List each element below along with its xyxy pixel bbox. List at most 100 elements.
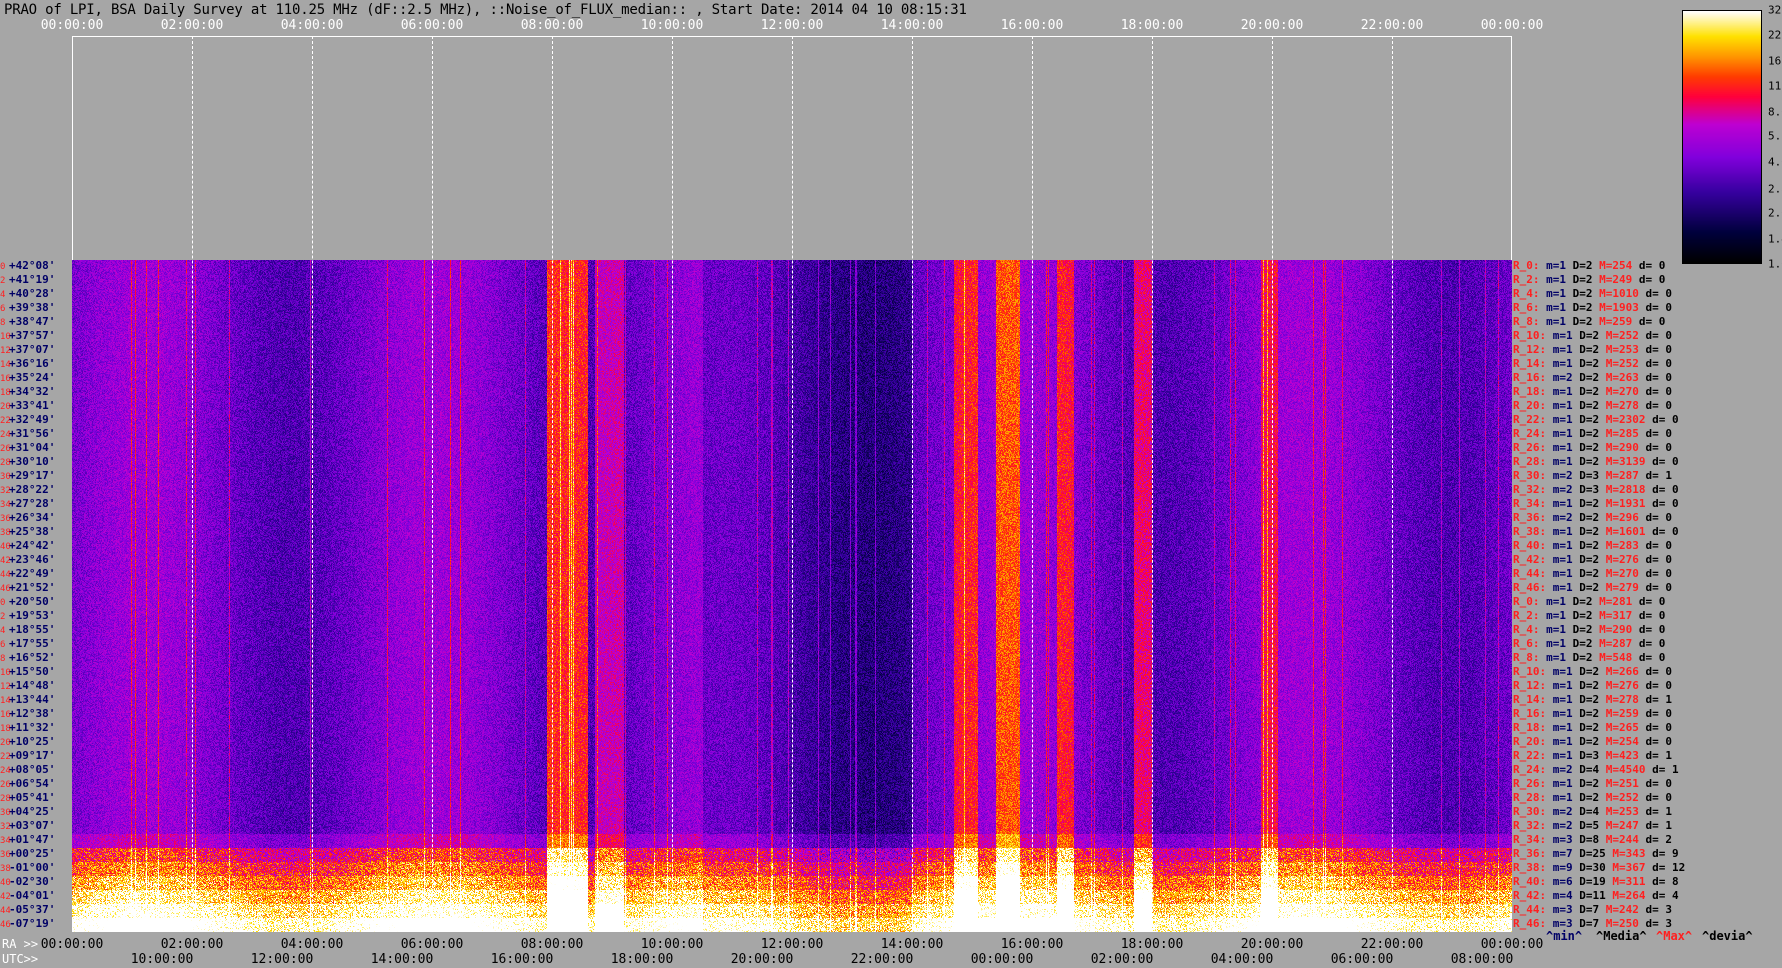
stat-m: m=1 <box>1546 609 1566 622</box>
stat-D: D=2 <box>1572 595 1593 608</box>
stat-m: m=1 <box>1546 273 1566 286</box>
colorbar-label: 5.7 <box>1768 129 1782 143</box>
stat-M: M=279 <box>1605 581 1639 594</box>
stat-d: d= 8 <box>1652 875 1679 888</box>
declination-label: 36+26°34' <box>0 511 72 525</box>
declination-label: 12+37°07' <box>0 343 72 357</box>
stat-D: D=2 <box>1579 413 1600 426</box>
stat-d: d= 0 <box>1645 665 1673 678</box>
stat-M: M=254 <box>1605 735 1639 748</box>
stat-D: D=2 <box>1579 371 1600 384</box>
top-tick-label: 20:00:00 <box>1240 18 1304 33</box>
top-tick-label: 18:00:00 <box>1120 18 1184 33</box>
row-index: 30 <box>0 472 11 482</box>
row-stat: R_18: m=1 D=2 M=270 d= 0 <box>1513 385 1672 399</box>
row-index: 10 <box>0 332 11 342</box>
grid-line <box>312 36 313 932</box>
row-index: 46 <box>0 584 11 594</box>
stat-M: M=247 <box>1605 819 1639 832</box>
top-tick-label: 04:00:00 <box>280 18 344 33</box>
declination-label: 42-04°01' <box>0 889 72 903</box>
row-stat: R_0: m=1 D=2 M=281 d= 0 <box>1513 595 1665 609</box>
row-index: 36 <box>0 850 11 860</box>
ra-tick-label: 00:00:00 <box>40 937 104 952</box>
stat-D: D=2 <box>1572 623 1593 636</box>
stat-D: D=30 <box>1579 861 1606 874</box>
row-stat: R_10: m=1 D=2 M=252 d= 0 <box>1513 329 1672 343</box>
declination-value: +33°41' <box>9 399 56 412</box>
stat-r: R_34: <box>1513 497 1547 510</box>
grid-line <box>1272 36 1273 932</box>
row-index: 26 <box>0 444 11 454</box>
stat-M: M=266 <box>1605 665 1639 678</box>
declination-label: 14+13°44' <box>0 693 72 707</box>
stat-m: m=2 <box>1552 469 1573 482</box>
row-index: 0 <box>0 598 6 608</box>
declination-value: +34°32' <box>9 385 56 398</box>
row-index: 38 <box>0 864 11 874</box>
utc-tick-label: 06:00:00 <box>1330 952 1394 967</box>
declination-label: 4 +40°28' <box>0 287 72 301</box>
declination-label: 10+37°57' <box>0 329 72 343</box>
row-stat: R_28: m=1 D=2 M=252 d= 0 <box>1513 791 1672 805</box>
stat-M: M=244 <box>1605 833 1639 846</box>
stat-d: d= 0 <box>1645 539 1673 552</box>
row-stat: R_30: m=2 D=3 M=287 d= 1 <box>1513 469 1672 483</box>
stat-r: R_44: <box>1513 567 1547 580</box>
declination-value: +16°52' <box>9 651 56 664</box>
stat-r: R_18: <box>1513 385 1547 398</box>
stat-d: d= 0 <box>1645 735 1673 748</box>
stat-r: R_4: <box>1513 287 1540 300</box>
stat-M: M=242 <box>1605 903 1639 916</box>
stat-D: D=7 <box>1579 903 1600 916</box>
stat-D: D=2 <box>1572 651 1593 664</box>
stat-m: m=2 <box>1552 483 1573 496</box>
ra-tick-label: 18:00:00 <box>1120 937 1184 952</box>
grid-line <box>552 36 553 932</box>
declination-label: 44-05°37' <box>0 903 72 917</box>
utc-tick-label: 20:00:00 <box>730 952 794 967</box>
top-tick-label: 14:00:00 <box>880 18 944 33</box>
top-tick-label: 12:00:00 <box>760 18 824 33</box>
colorbar-label: 22.6 <box>1768 28 1782 42</box>
stat-d: d= 1 <box>1645 749 1673 762</box>
declination-value: +39°38' <box>9 301 56 314</box>
stat-M: M=265 <box>1605 721 1639 734</box>
ra-tick-label: 00:00:00 <box>1480 937 1544 952</box>
row-stat: R_14: m=1 D=2 M=252 d= 0 <box>1513 357 1672 371</box>
stat-r: R_12: <box>1513 343 1547 356</box>
stat-D: D=2 <box>1579 329 1600 342</box>
stat-D: D=11 <box>1579 889 1606 902</box>
stat-D: D=2 <box>1572 287 1593 300</box>
stat-r: R_24: <box>1513 427 1547 440</box>
ra-tick-label: 04:00:00 <box>280 937 344 952</box>
stat-m: m=1 <box>1552 385 1573 398</box>
row-stat: R_8: m=1 D=2 M=259 d= 0 <box>1513 315 1665 329</box>
declination-label: 30+04°25' <box>0 805 72 819</box>
colorbar-label: 8.0 <box>1768 105 1782 119</box>
declination-label: 24+31°56' <box>0 427 72 441</box>
row-index: 46 <box>0 920 11 930</box>
legend-max: ^Max^ <box>1656 929 1693 943</box>
row-stat: R_34: m=1 D=2 M=1931 d= 0 <box>1513 497 1679 511</box>
row-index: 22 <box>0 752 11 762</box>
top-tick-label: 02:00:00 <box>160 18 224 33</box>
row-index: 40 <box>0 542 11 552</box>
stat-d: d= 0 <box>1645 399 1673 412</box>
declination-value: +41°19' <box>9 273 56 286</box>
declination-label: 16+35°24' <box>0 371 72 385</box>
declination-value: +18°55' <box>9 623 56 636</box>
declination-value: +26°34' <box>9 511 56 524</box>
stat-M: M=270 <box>1605 567 1639 580</box>
declination-value: +19°53' <box>9 609 56 622</box>
declination-value: +04°25' <box>9 805 56 818</box>
stat-d: d= 0 <box>1645 553 1673 566</box>
stat-d: d= 0 <box>1638 637 1666 650</box>
stat-D: D=2 <box>1579 455 1600 468</box>
row-stat: R_44: m=1 D=2 M=270 d= 0 <box>1513 567 1672 581</box>
grid-line <box>912 36 913 932</box>
utc-tick-label: 14:00:00 <box>370 952 434 967</box>
stat-D: D=25 <box>1579 847 1606 860</box>
ra-tick-label: 16:00:00 <box>1000 937 1064 952</box>
stat-r: R_2: <box>1513 609 1540 622</box>
